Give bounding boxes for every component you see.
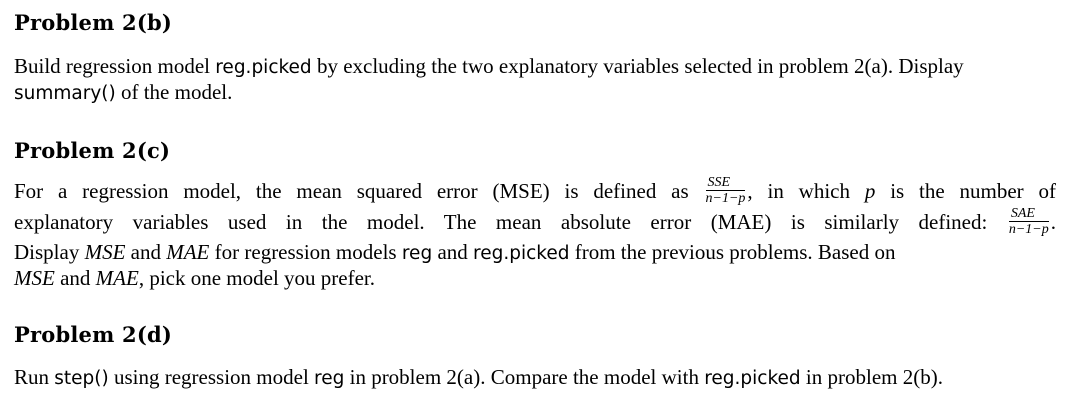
problem-2d-heading: Problem 2(d) bbox=[14, 322, 172, 347]
code-span: reg bbox=[401, 243, 433, 264]
problem-2b-heading: Problem 2(b) bbox=[14, 10, 172, 35]
text-span: Build regression model bbox=[14, 54, 216, 78]
code-span: reg.picked bbox=[704, 368, 801, 389]
text-span: For a regression model, the mean squared… bbox=[14, 179, 689, 203]
code-span: reg.picked bbox=[473, 243, 570, 264]
text-span: for regression models bbox=[209, 240, 402, 264]
text-span: , in which bbox=[747, 179, 850, 203]
text-span: of the model. bbox=[115, 80, 233, 104]
text-span: and bbox=[432, 240, 474, 264]
math-span: MAE bbox=[95, 266, 139, 290]
text-span: is the number of bbox=[890, 179, 1057, 203]
fraction-denominator: n−1−p bbox=[705, 190, 746, 206]
text-span: by excluding the two explanatory variabl… bbox=[311, 54, 964, 78]
math-span: MSE bbox=[84, 240, 126, 264]
text-span: from the previous problems. Based on bbox=[569, 240, 896, 264]
text-span: explanatory variables used in the model.… bbox=[14, 210, 988, 234]
text-span: Display bbox=[14, 240, 85, 264]
text-span: . bbox=[1050, 210, 1057, 234]
problem-2b-line-2: summary() of the model. bbox=[14, 79, 232, 107]
code-span: step() bbox=[54, 368, 109, 389]
mse-fraction: SSE n−1−p bbox=[705, 175, 746, 206]
code-span: reg bbox=[314, 368, 345, 389]
code-span: reg.picked bbox=[215, 57, 312, 78]
mae-fraction: SAE n−1−p bbox=[1008, 206, 1049, 237]
text-span: , pick one model you prefer. bbox=[138, 266, 375, 290]
text-span: Run bbox=[14, 365, 55, 389]
code-span: summary() bbox=[14, 83, 116, 104]
text-span: using regression model bbox=[108, 365, 315, 389]
fraction-numerator: SSE bbox=[705, 175, 746, 191]
problem-2c-line-3: Display MSE and MAE for regression model… bbox=[14, 239, 896, 267]
text-span: and bbox=[125, 240, 167, 264]
text-span: and bbox=[54, 266, 96, 290]
problem-2c-line-4: MSE and MAE, pick one model you prefer. bbox=[14, 265, 375, 291]
text-span: in problem 2(a). Compare the model with bbox=[344, 365, 705, 389]
problem-2c-heading: Problem 2(c) bbox=[14, 138, 171, 163]
text-span: in problem 2(b). bbox=[800, 365, 943, 389]
math-span: MAE bbox=[166, 240, 210, 264]
problem-2c-line-1: For a regression model, the mean squared… bbox=[14, 175, 1057, 208]
problem-2c-line-2: explanatory variables used in the model.… bbox=[14, 206, 1057, 239]
fraction-denominator: n−1−p bbox=[1008, 221, 1049, 237]
fraction-numerator: SAE bbox=[1008, 206, 1049, 222]
math-span: MSE bbox=[14, 266, 55, 290]
problem-2d-line-1: Run step() using regression model reg in… bbox=[14, 364, 943, 392]
problem-2b-line-1: Build regression model reg.picked by exc… bbox=[14, 53, 964, 81]
math-span: p bbox=[864, 179, 876, 203]
